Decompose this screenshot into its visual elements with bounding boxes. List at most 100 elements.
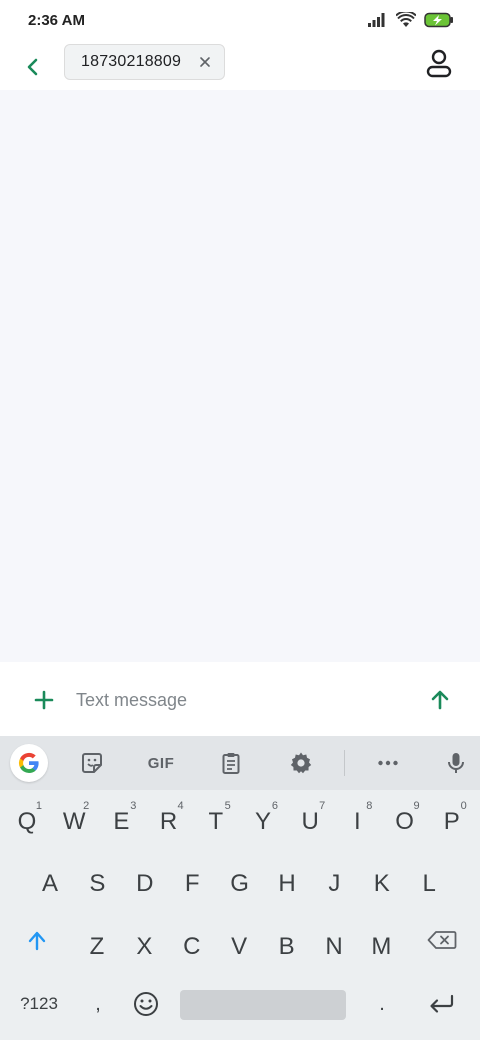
key-t[interactable]: T5 [193,794,239,850]
space-key[interactable] [180,990,346,1020]
conversation-header: 18730218809 [0,44,480,90]
key-o[interactable]: O9 [382,794,428,850]
key-q[interactable]: Q1 [4,794,50,850]
status-time: 2:36 AM [28,12,85,29]
key-label: K [373,870,390,897]
key-hint: 7 [319,800,326,812]
key-u[interactable]: U7 [287,794,333,850]
key-hint: 8 [366,800,373,812]
status-bar: 2:36 AM [0,0,480,44]
key-label: U [301,808,319,835]
google-icon [18,752,39,773]
wifi-icon [395,10,417,33]
key-label: I [354,808,361,835]
remove-recipient-button[interactable] [198,55,212,69]
emoji-icon [134,992,158,1016]
key-label: H [278,870,296,897]
key-label: O [395,808,414,835]
voice-input-button[interactable] [438,746,474,780]
period-key[interactable]: . [360,976,404,1032]
key-label: Q [17,808,37,835]
key-label: S [89,870,106,897]
settings-button[interactable] [283,746,319,780]
arrow-up-icon [431,690,449,710]
key-hint: 5 [224,800,231,812]
key-p[interactable]: P0 [429,794,475,850]
emoji-key[interactable] [124,978,168,1030]
key-y[interactable]: Y6 [240,794,286,850]
shift-icon [28,931,46,951]
clipboard-icon [222,753,240,774]
key-label: E [113,808,130,835]
key-label: C [183,933,201,960]
shift-key[interactable] [14,912,60,968]
message-list[interactable] [0,90,480,662]
gif-button[interactable]: GIF [140,746,182,780]
back-button[interactable] [18,50,48,84]
key-label: M [371,933,392,960]
recipient-chip[interactable]: 18730218809 [64,44,225,80]
status-icons [368,10,454,33]
symbols-key[interactable]: ?123 [12,976,66,1032]
compose-bar [0,662,480,736]
keyboard-toolbar: GIF [0,736,480,790]
google-search-button[interactable] [10,744,48,782]
mic-icon [448,753,464,773]
key-b[interactable]: B [264,919,310,975]
key-w[interactable]: W2 [51,794,97,850]
key-label: V [231,933,248,960]
key-hint: 1 [35,800,42,812]
key-label: T [208,808,224,835]
enter-key[interactable] [418,978,466,1030]
key-s[interactable]: S [74,856,120,912]
key-label: R [159,808,178,835]
key-n[interactable]: N [311,919,357,975]
key-label: G [230,870,249,897]
key-label: N [325,933,343,960]
comma-key[interactable]: , [76,976,120,1032]
key-hint: 3 [130,800,137,812]
sticker-icon [82,753,102,773]
key-a[interactable]: A [27,856,73,912]
message-input[interactable] [76,686,406,714]
key-label: A [41,870,58,897]
key-f[interactable]: F [169,856,215,912]
key-hint: 9 [413,800,420,812]
sticker-button[interactable] [74,746,110,780]
key-label: D [136,870,154,897]
key-label: J [328,870,341,897]
key-label: Y [254,808,271,835]
key-g[interactable]: G [217,856,263,912]
more-button[interactable] [370,746,406,780]
key-hint: 0 [460,800,467,812]
key-e[interactable]: E3 [98,794,144,850]
key-hint: 2 [83,800,90,812]
key-c[interactable]: C [169,919,215,975]
more-icon [378,760,398,766]
key-d[interactable]: D [122,856,168,912]
backspace-key[interactable] [418,912,466,968]
key-v[interactable]: V [216,919,262,975]
key-hint: 6 [271,800,278,812]
battery-charging-icon [424,12,454,33]
clipboard-button[interactable] [213,746,249,780]
key-m[interactable]: M [358,919,404,975]
key-x[interactable]: X [121,919,167,975]
key-k[interactable]: K [359,856,405,912]
attach-button[interactable] [30,686,58,714]
toolbar-divider [344,750,345,776]
chevron-left-icon [27,58,38,76]
settings-icon [290,752,312,774]
key-j[interactable]: J [311,856,357,912]
key-l[interactable]: L [406,856,452,912]
key-i[interactable]: I8 [334,794,380,850]
backspace-icon [427,931,457,949]
key-h[interactable]: H [264,856,310,912]
contact-button[interactable] [422,47,456,81]
send-button[interactable] [426,686,454,714]
key-label: Z [89,933,105,960]
gif-icon: GIF [147,754,175,772]
key-z[interactable]: Z [74,919,120,975]
keyboard: G I F Q 1 W 2 E 3 R 4 T 5 Y 6 U 7 I 8 O 9 … [0,736,480,1040]
key-r[interactable]: R4 [146,794,192,850]
